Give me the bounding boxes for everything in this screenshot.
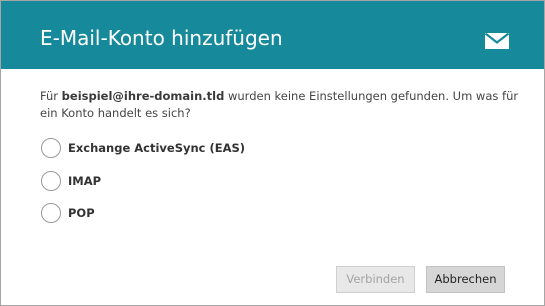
cancel-button[interactable]: Abbrechen <box>426 266 505 293</box>
message-prefix: Für <box>40 89 62 103</box>
connect-button[interactable]: Verbinden <box>336 266 415 293</box>
mail-icon <box>485 33 509 49</box>
radio-button[interactable] <box>41 171 61 191</box>
add-email-account-dialog: E-Mail-Konto hinzufügen Für beispiel@ihr… <box>0 0 545 306</box>
radio-button[interactable] <box>41 138 61 158</box>
option-label: IMAP <box>68 174 102 188</box>
message-email: beispiel@ihre-domain.tld <box>61 89 225 103</box>
option-label: POP <box>68 206 95 220</box>
dialog-header: E-Mail-Konto hinzufügen <box>1 1 544 69</box>
dialog-title: E-Mail-Konto hinzufügen <box>40 26 283 50</box>
option-label: Exchange ActiveSync (EAS) <box>68 141 246 155</box>
radio-button[interactable] <box>41 203 61 223</box>
dialog-message: Für beispiel@ihre-domain.tld wurden kein… <box>40 88 520 122</box>
